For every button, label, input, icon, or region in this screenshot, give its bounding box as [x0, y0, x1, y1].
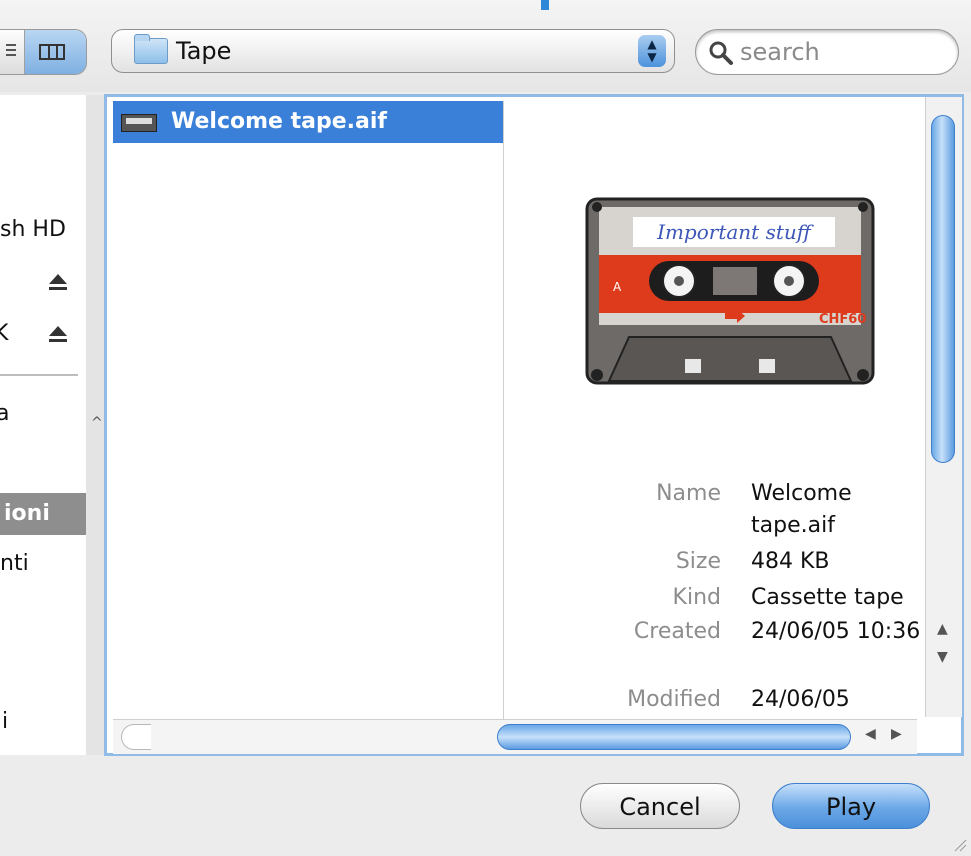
view-mode-control: [0, 29, 87, 75]
column-view-icon: [39, 44, 65, 60]
cassette-side: A: [613, 280, 622, 294]
scroll-up-arrow-icon[interactable]: ▲: [937, 621, 948, 637]
file-row-selected[interactable]: Welcome tape.aif: [113, 101, 503, 143]
sidebar-item-label: ioni: [4, 501, 50, 526]
search-icon: [709, 41, 733, 65]
sidebar-item-volume[interactable]: K: [0, 321, 8, 346]
info-label-created: Created: [633, 619, 721, 644]
folder-icon: [134, 34, 168, 64]
popup-arrows-icon[interactable]: ▲ ▼: [638, 35, 666, 67]
sidebar-item-selected[interactable]: ioni: [0, 493, 86, 535]
horizontal-scrollbar[interactable]: ◀ ▶: [113, 719, 917, 754]
cassette-tape-icon: [121, 114, 157, 132]
scroll-right-arrow-icon[interactable]: ▶: [891, 726, 902, 742]
scroll-down-arrow-icon[interactable]: ▼: [937, 649, 948, 665]
info-value-name: Welcome tape.aif: [751, 481, 852, 538]
resize-grip-icon[interactable]: [951, 836, 967, 852]
sidebar-splitter[interactable]: ^: [86, 95, 104, 755]
eject-icon[interactable]: [48, 274, 68, 292]
search-field[interactable]: [695, 29, 959, 75]
info-label-kind: Kind: [672, 585, 721, 610]
preview-pane: Important stuff A CHF60 Name Welcome tap…: [507, 101, 927, 721]
cancel-button[interactable]: Cancel: [580, 783, 740, 829]
file-column: Welcome tape.aif: [113, 101, 504, 721]
sidebar-item-disk[interactable]: sh HD: [0, 217, 66, 242]
dialog-footer: Cancel Play: [0, 758, 971, 856]
sidebar-divider: [0, 374, 78, 376]
info-label-size: Size: [675, 549, 721, 574]
sidebar-item-place[interactable]: a: [0, 401, 9, 426]
title-accent: [541, 0, 549, 10]
file-browser: Welcome tape.aif || Important stuff A CH…: [104, 94, 964, 756]
cassette-preview-image: Important stuff A CHF60: [585, 197, 875, 385]
horizontal-scroll-thumb[interactable]: [497, 724, 851, 750]
path-popup[interactable]: Tape ▲ ▼: [111, 29, 675, 73]
list-view-icon[interactable]: [0, 30, 25, 74]
info-label-modified: Modified: [627, 687, 721, 712]
info-value-kind: Cassette tape: [751, 585, 904, 610]
play-button[interactable]: Play: [772, 783, 930, 829]
splitter-grip-icon[interactable]: ^: [91, 415, 103, 431]
vertical-scrollbar[interactable]: ▲ ▼: [925, 97, 962, 717]
file-name: Welcome tape.aif: [171, 109, 387, 134]
scroll-left-arrow-icon[interactable]: ◀: [865, 726, 876, 742]
info-value-created: 24/06/05 10:36: [751, 619, 921, 644]
vertical-scroll-thumb[interactable]: [931, 115, 955, 463]
toolbar: Tape ▲ ▼: [0, 0, 971, 92]
sidebar-item-documents[interactable]: nti: [0, 551, 29, 576]
sidebar-item-other[interactable]: i: [2, 709, 8, 734]
cassette-label: Important stuff: [656, 220, 815, 244]
info-value-modified: 24/06/05: [751, 687, 850, 712]
column-view-button[interactable]: [25, 30, 86, 74]
info-label-name: Name: [656, 481, 721, 506]
cassette-brand: CHF60: [819, 312, 866, 327]
search-input[interactable]: [738, 36, 942, 68]
info-value-size: 484 KB: [751, 549, 830, 574]
sidebar: sh HD K a ioni nti i: [0, 95, 87, 755]
path-popup-label: Tape: [176, 37, 232, 65]
eject-icon[interactable]: [48, 326, 68, 344]
horizontal-scroll-track-cap: [121, 724, 151, 750]
